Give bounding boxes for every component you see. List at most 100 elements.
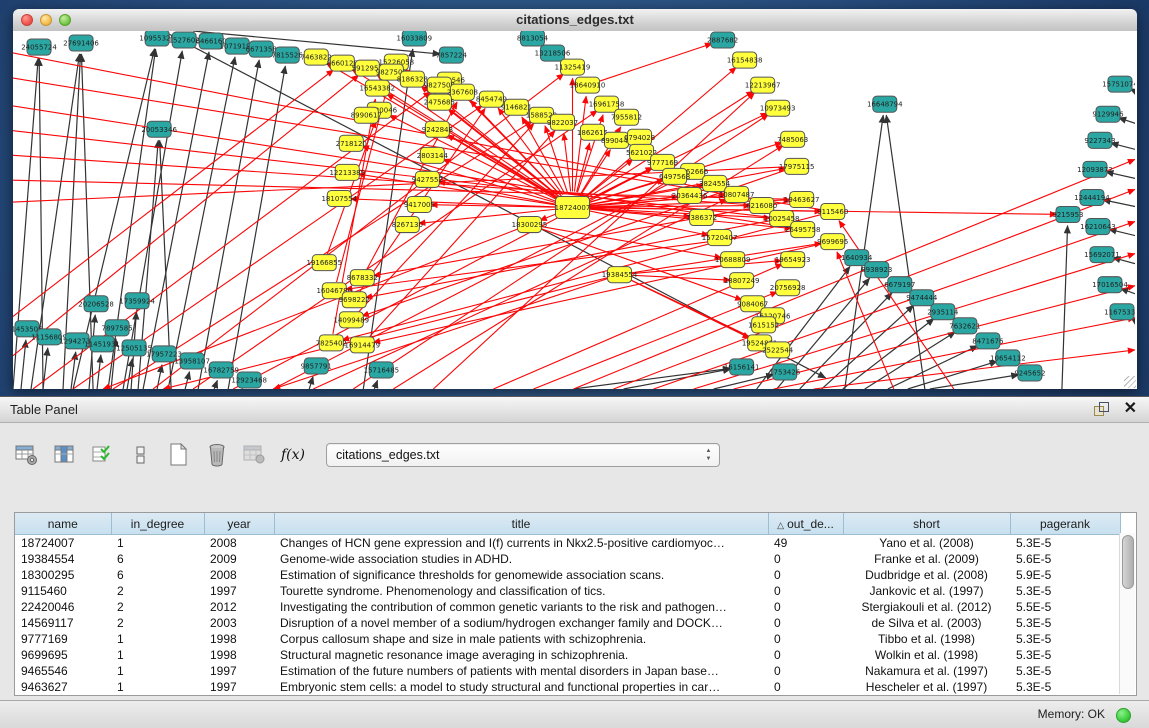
graph-node[interactable]: 12213389 xyxy=(329,164,365,180)
graph-node[interactable]: 9822037 xyxy=(547,114,578,130)
graph-node[interactable]: 15720407 xyxy=(702,230,738,246)
graph-node[interactable]: 1753426 xyxy=(769,364,801,380)
network-window[interactable]: citations_edges.txt 24055724276914061095… xyxy=(13,9,1137,389)
graph-node[interactable]: 16543382 xyxy=(360,80,396,96)
graph-node[interactable]: 9474444 xyxy=(906,290,938,306)
graph-node[interactable]: 12093872 xyxy=(1077,161,1113,177)
graph-node[interactable]: 9215953 xyxy=(1052,206,1083,222)
graph-node[interactable]: 6794028 xyxy=(624,129,655,145)
close-panel-icon[interactable]: ✕ xyxy=(1124,400,1137,418)
graph-node[interactable]: 9699695 xyxy=(817,234,848,250)
graph-node[interactable]: 17975115 xyxy=(779,158,815,174)
graph-node[interactable]: 18300295 xyxy=(512,217,548,233)
graph-node[interactable]: 7825402 xyxy=(316,335,347,351)
graph-node[interactable]: 8813054 xyxy=(517,31,549,46)
delete-column-icon[interactable] xyxy=(204,442,230,468)
graph-node[interactable]: 20053346 xyxy=(141,121,177,137)
graph-node[interactable]: 2718120 xyxy=(336,135,367,151)
table-row[interactable]: 969969511998Structural magnetic resonanc… xyxy=(15,647,1120,663)
graph-node[interactable]: 24055724 xyxy=(21,39,57,55)
graph-node[interactable]: 20756928 xyxy=(770,280,806,296)
graph-node[interactable]: 10688809 xyxy=(715,252,751,268)
graph-node[interactable]: 2935114 xyxy=(927,304,959,320)
graph-node[interactable]: 8990617 xyxy=(351,107,382,123)
graph-node[interactable]: 7485063 xyxy=(777,131,808,147)
graph-node[interactable]: 7955812 xyxy=(611,109,642,125)
graph-node[interactable]: 2522544 xyxy=(762,342,794,358)
column-visibility-icon[interactable] xyxy=(52,442,78,468)
graph-node[interactable]: 9129946 xyxy=(1092,106,1124,122)
table-scrollbar[interactable] xyxy=(1119,533,1135,694)
table-row[interactable]: 911546021997Tourette syndrome. Phenomeno… xyxy=(15,583,1120,599)
graph-node[interactable]: 19166855 xyxy=(306,255,342,271)
column-header-short[interactable]: short xyxy=(843,513,1010,535)
graph-node[interactable]: 9857791 xyxy=(301,358,332,374)
graph-node[interactable]: 9245652 xyxy=(1014,365,1045,381)
graph-node[interactable]: 27691406 xyxy=(63,35,99,51)
column-header-name[interactable]: name xyxy=(15,513,111,535)
graph-node[interactable]: 8471676 xyxy=(972,333,1004,349)
window-resize-grip[interactable] xyxy=(1124,376,1136,388)
graph-node[interactable]: 9417005 xyxy=(404,196,435,212)
graph-node[interactable]: 2475685 xyxy=(424,94,455,110)
function-builder-icon[interactable]: f(x) xyxy=(280,442,306,468)
table-scrollbar-thumb[interactable] xyxy=(1122,535,1134,589)
graph-node[interactable]: 18640910 xyxy=(570,77,606,93)
graph-node[interactable]: 18107554 xyxy=(321,190,357,206)
column-header-pagerank[interactable]: pagerank xyxy=(1010,513,1120,535)
graph-node[interactable]: 16033809 xyxy=(397,31,433,46)
graph-node[interactable]: 8267130 xyxy=(392,217,423,233)
column-header-in_degree[interactable]: in_degree xyxy=(111,513,204,535)
graph-node[interactable]: 8678332 xyxy=(347,270,378,286)
graph-node[interactable]: 9242848 xyxy=(422,121,453,137)
table-row[interactable]: 1456911722003Disruption of a novel membe… xyxy=(15,615,1120,631)
table-panel-header[interactable]: Table Panel ✕ xyxy=(0,397,1149,423)
graph-node[interactable]: 8938923 xyxy=(861,262,892,278)
graph-node[interactable]: 9227343 xyxy=(1084,132,1115,148)
float-panel-icon[interactable] xyxy=(1093,402,1109,417)
network-canvas[interactable]: 2405572427691406109553291527602646616010… xyxy=(13,31,1137,389)
graph-node[interactable]: 16154838 xyxy=(727,52,763,68)
column-header-title[interactable]: title xyxy=(274,513,768,535)
new-column-icon[interactable] xyxy=(166,442,192,468)
graph-node[interactable]: 1615152 xyxy=(748,317,779,333)
graph-node[interactable]: 15716485 xyxy=(364,362,400,378)
graph-node[interactable]: 17016504 xyxy=(1092,277,1128,293)
graph-node[interactable]: 9115460 xyxy=(817,203,848,219)
graph-node[interactable]: 17359924 xyxy=(119,293,155,309)
graph-node[interactable]: 16648794 xyxy=(867,96,903,112)
table-row[interactable]: 1872400712008Changes of HCN gene express… xyxy=(15,535,1120,552)
graph-node[interactable]: 2887682 xyxy=(707,32,738,48)
column-header-out_de[interactable]: △out_de... xyxy=(768,513,843,535)
graph-node[interactable]: 18807249 xyxy=(724,273,760,289)
graph-node[interactable]: 12444194 xyxy=(1074,189,1110,205)
graph-node[interactable]: 6497568 xyxy=(659,168,690,184)
row-options-icon[interactable] xyxy=(128,442,154,468)
network-graph[interactable]: 2405572427691406109553291527602646616010… xyxy=(13,31,1135,389)
select-all-columns-icon[interactable] xyxy=(90,442,116,468)
memory-status-icon[interactable] xyxy=(1116,708,1131,723)
table-row[interactable]: 946362711997Embryonic stem cells: a mode… xyxy=(15,679,1120,695)
graph-node[interactable]: 16210643 xyxy=(1080,219,1116,235)
graph-node[interactable]: 7632621 xyxy=(949,318,980,334)
graph-node[interactable]: 7386372 xyxy=(686,209,717,225)
graph-node[interactable]: 16914479 xyxy=(345,337,381,353)
graph-node[interactable]: 19463627 xyxy=(784,191,820,207)
table-row[interactable]: 1830029562008Estimation of significance … xyxy=(15,567,1120,583)
graph-node[interactable]: 12213967 xyxy=(745,77,781,93)
graph-node[interactable]: 18724007 xyxy=(555,196,591,218)
column-header-year[interactable]: year xyxy=(204,513,274,535)
graph-node[interactable]: 9427552 xyxy=(412,171,443,187)
table-row[interactable]: 2242004622012Investigating the contribut… xyxy=(15,599,1120,615)
table-select[interactable]: citations_edges.txt ▲▼ xyxy=(326,443,720,467)
graph-node[interactable]: 6679197 xyxy=(884,277,915,293)
graph-node[interactable]: 7815526 xyxy=(272,47,304,63)
graph-node[interactable]: 7857224 xyxy=(436,47,468,63)
graph-node[interactable]: 14099489 xyxy=(333,312,369,328)
network-window-titlebar[interactable]: citations_edges.txt xyxy=(13,9,1137,32)
graph-node[interactable]: 2803144 xyxy=(417,147,449,163)
graph-node[interactable]: 7897585 xyxy=(102,320,133,336)
table-row[interactable]: 1938455462009Genome-wide association stu… xyxy=(15,551,1120,567)
graph-node[interactable]: 15751074 xyxy=(1102,76,1135,92)
table-row[interactable]: 977716911998Corpus callosum shape and si… xyxy=(15,631,1120,647)
